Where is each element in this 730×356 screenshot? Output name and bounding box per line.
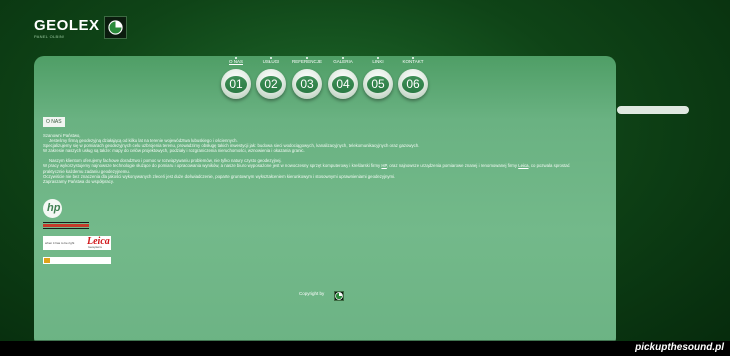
nav-item-galeria[interactable]: GALERIA 04 [326, 57, 360, 105]
brand-name[interactable]: GEOLEX [34, 17, 100, 34]
nav-dot-icon [412, 57, 414, 59]
watermark: pickupthesound.pl [0, 341, 730, 356]
hp-link[interactable]: HP [381, 163, 386, 168]
partner-logo[interactable] [43, 257, 111, 264]
copyright-text: Copyright by [299, 291, 325, 296]
nav-dot-icon [306, 57, 308, 59]
nav-item-o-nas[interactable]: O NAS 01 [219, 57, 253, 105]
paragraph: W pracy wykorzystujemy najnowsze technol… [43, 163, 570, 169]
hp-logo[interactable]: hp [43, 199, 62, 218]
section-title: O NAS [43, 117, 65, 127]
nav-label[interactable]: LINKI [361, 59, 395, 65]
nav-button-06[interactable]: 06 [398, 69, 428, 99]
nav-dot-icon [270, 57, 272, 59]
nav-button-03[interactable]: 03 [292, 69, 322, 99]
nav-label[interactable]: GALERIA [326, 59, 360, 65]
leica-logo[interactable]: when it has to be right Leica Geosystems [43, 236, 111, 250]
nav-label[interactable]: KONTAKT [396, 59, 430, 65]
footer-logo-icon[interactable] [334, 291, 344, 301]
nav-dot-icon [342, 57, 344, 59]
nav-label[interactable]: USŁUGI [254, 59, 288, 65]
logo-icon[interactable] [104, 16, 127, 39]
header: GEOLEX PANEL OLBIN! [0, 0, 730, 56]
nav-dot-icon [235, 57, 237, 59]
nav-button-05[interactable]: 05 [363, 69, 393, 99]
closing: Zapraszamy Państwa do współpracy. [43, 178, 114, 184]
main-nav: O NAS 01 USŁUGI 02 REFERENCJE 03 GALERIA… [219, 57, 435, 105]
nav-item-linki[interactable]: LINKI 05 [361, 57, 395, 105]
content-text: Szanowni Państwo, Jesteśmy firmą geodezy… [43, 133, 613, 184]
nav-item-kontakt[interactable]: KONTAKT 06 [396, 57, 430, 105]
nav-button-01[interactable]: 01 [221, 69, 251, 99]
ruler-logo[interactable] [43, 222, 89, 229]
nav-label[interactable]: REFERENCJE [290, 59, 324, 65]
leica-link[interactable]: Leica [518, 163, 528, 168]
side-scroll-bar[interactable] [617, 106, 689, 114]
nav-button-04[interactable]: 04 [328, 69, 358, 99]
nav-item-uslugi[interactable]: USŁUGI 02 [254, 57, 288, 105]
nav-button-02[interactable]: 02 [256, 69, 286, 99]
nav-item-referencje[interactable]: REFERENCJE 03 [290, 57, 324, 105]
brand-subtitle: PANEL OLBIN! [34, 34, 65, 39]
nav-label[interactable]: O NAS [219, 59, 253, 65]
nav-dot-icon [377, 57, 379, 59]
